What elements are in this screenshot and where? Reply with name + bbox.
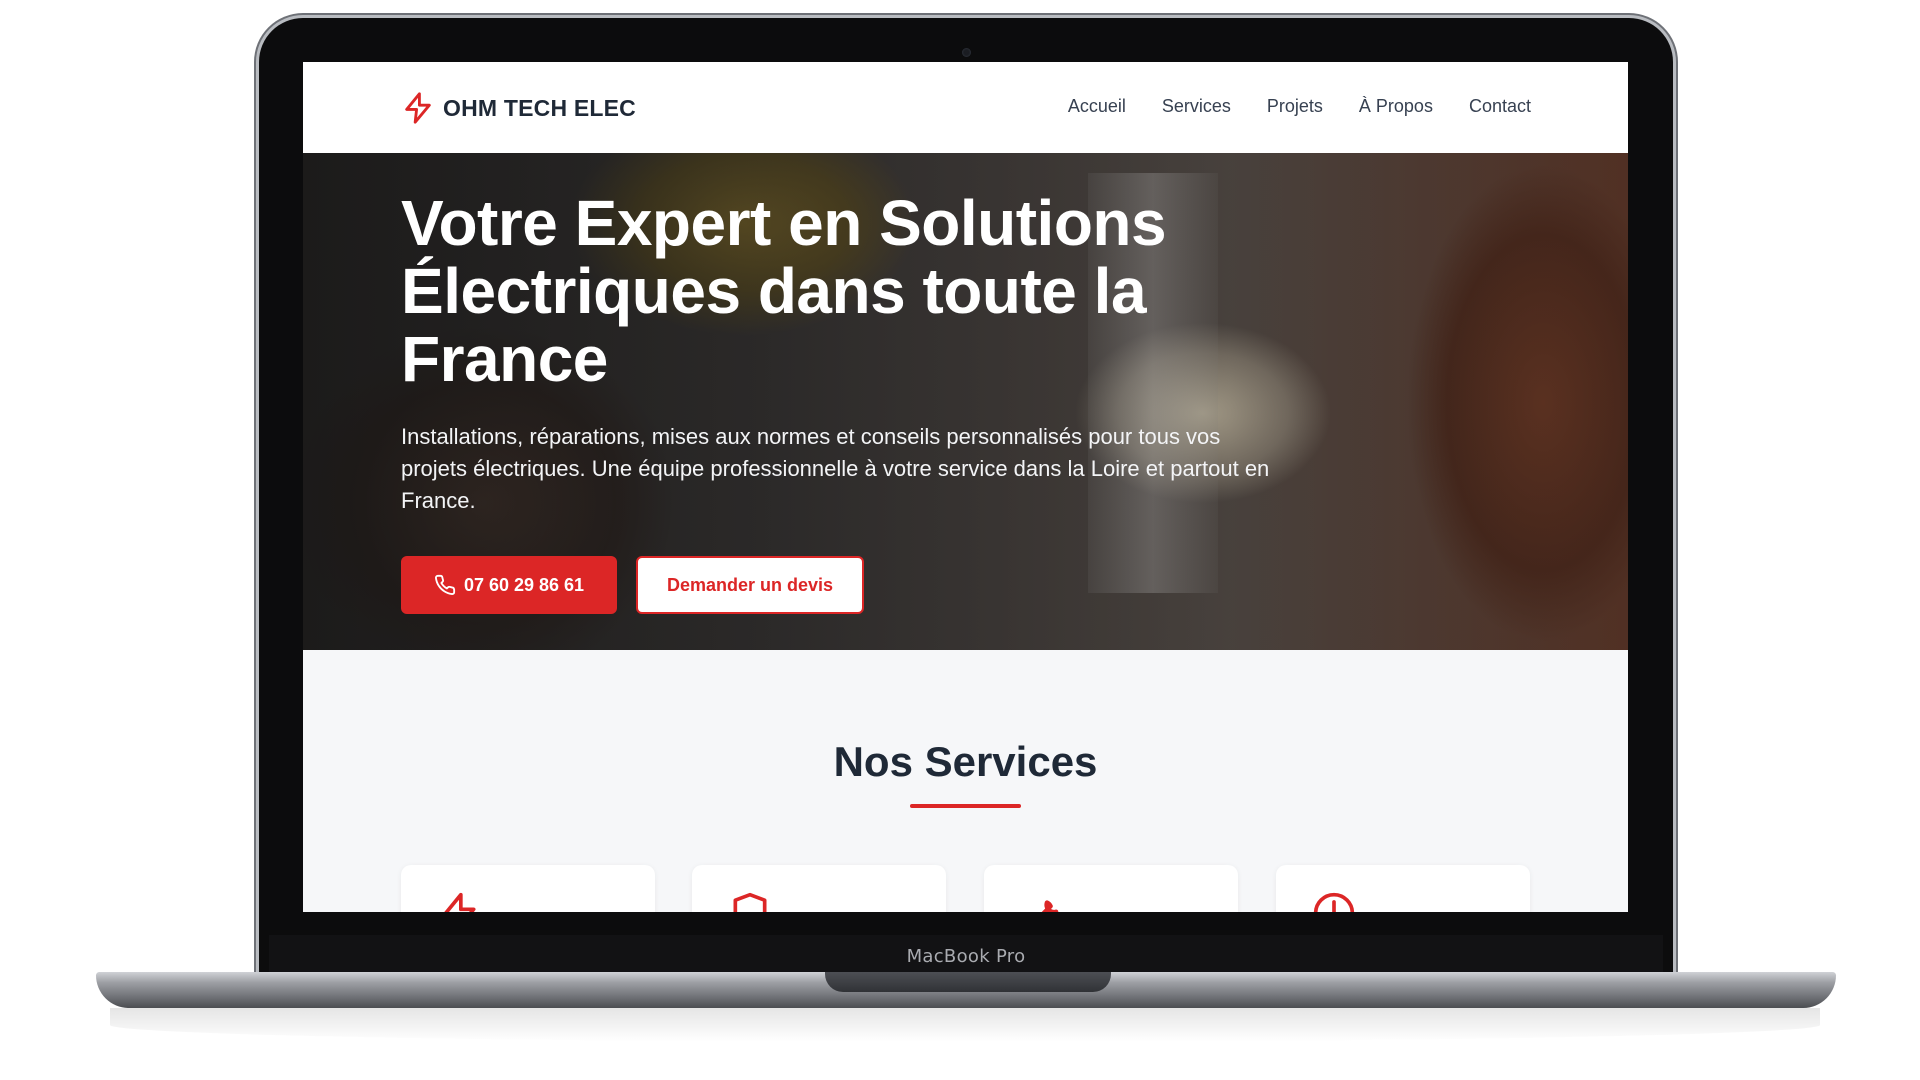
- phone-icon: [434, 574, 456, 595]
- brand-name: OHM TECH ELEC: [443, 94, 636, 121]
- camera-dot: [962, 48, 971, 57]
- screen: OHM TECH ELEC Accueil Services Projets À…: [303, 62, 1628, 912]
- logo[interactable]: OHM TECH ELEC: [401, 90, 636, 126]
- lightning-icon: [444, 892, 476, 912]
- clock-icon: [1313, 892, 1355, 912]
- nav-item-a-propos[interactable]: À Propos: [1359, 96, 1433, 117]
- lightning-icon: [405, 92, 431, 124]
- hero-title: Votre Expert en Solutions Électriques da…: [401, 187, 1167, 395]
- nav-links: Accueil Services Projets À Propos Contac…: [1032, 96, 1531, 117]
- call-button-label: 07 60 29 86 61: [463, 574, 585, 595]
- bottom-bezel: MacBook Pro: [269, 935, 1663, 973]
- services-title: Nos Services: [833, 738, 1098, 785]
- model-label: MacBook Pro: [906, 946, 1026, 967]
- shield-icon: [733, 892, 767, 912]
- nav-item-accueil[interactable]: Accueil: [1068, 96, 1126, 117]
- laptop-notch: [825, 972, 1111, 992]
- service-card-3[interactable]: [984, 865, 1238, 912]
- hero-section: Votre Expert en Solutions Électriques da…: [303, 153, 1628, 650]
- nav-item-services[interactable]: Services: [1162, 96, 1231, 117]
- navbar: OHM TECH ELEC Accueil Services Projets À…: [303, 62, 1628, 153]
- services-title-underline: [910, 804, 1021, 808]
- hero-subtitle: Installations, réparations, mises aux no…: [401, 424, 1270, 513]
- quote-button-label: Demander un devis: [666, 574, 834, 595]
- nav-item-projets[interactable]: Projets: [1267, 96, 1323, 117]
- nav-item-contact[interactable]: Contact: [1469, 96, 1531, 117]
- service-card-1[interactable]: [401, 865, 655, 912]
- wrench-icon: [1041, 900, 1059, 912]
- quote-button[interactable]: Demander un devis: [636, 556, 864, 614]
- laptop-base: [96, 972, 1836, 1008]
- service-card-4[interactable]: [1276, 865, 1530, 912]
- call-button[interactable]: 07 60 29 86 61: [401, 556, 617, 614]
- stage: MacBook Pro OHM TECH ELEC Accueil Servic…: [0, 0, 1920, 1080]
- laptop-shadow: [110, 1008, 1820, 1042]
- service-card-2[interactable]: [692, 865, 946, 912]
